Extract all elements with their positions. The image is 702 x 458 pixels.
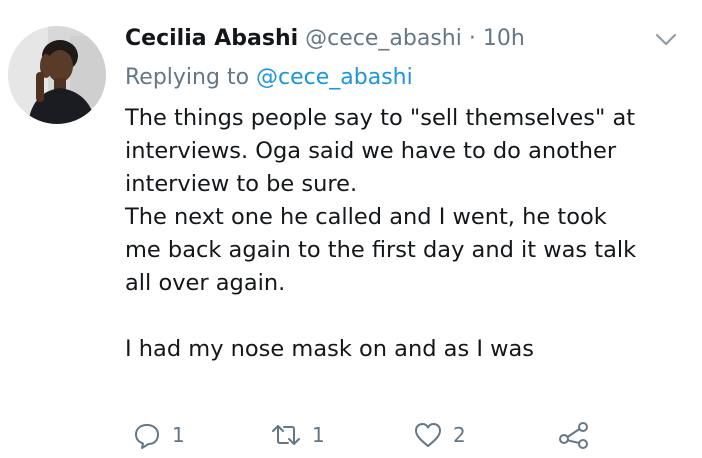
heart-icon bbox=[415, 423, 441, 447]
retweet-count: 1 bbox=[312, 423, 325, 447]
reply-icon bbox=[135, 424, 159, 449]
tweet-body-line: The next one he called and I went, he to… bbox=[125, 204, 607, 230]
avatar[interactable] bbox=[8, 26, 106, 124]
replying-to-handle-link[interactable]: @cece_abashi bbox=[256, 65, 413, 90]
reply-button[interactable]: 1 bbox=[132, 418, 185, 452]
author-display-name[interactable]: Cecilia Abashi bbox=[125, 26, 298, 51]
tweet-body-line: interview to be sure. bbox=[125, 171, 358, 197]
tweet-menu-button[interactable] bbox=[653, 28, 679, 50]
avatar-image bbox=[8, 26, 106, 124]
tweet-body-line: me back again to the first day and it wa… bbox=[125, 237, 637, 263]
author-handle[interactable]: @cece_abashi bbox=[305, 26, 462, 51]
share-button[interactable] bbox=[558, 418, 590, 452]
tweet-timestamp[interactable]: 10h bbox=[483, 26, 525, 51]
tweet-body-line: I had my nose mask on and as I was bbox=[125, 336, 535, 362]
tweet-body-blank-line bbox=[125, 300, 695, 333]
tweet-body-line: all over again. bbox=[125, 270, 286, 296]
like-count: 2 bbox=[453, 423, 466, 447]
tweet-body: The things people say to "sell themselve… bbox=[125, 102, 695, 366]
chevron-down-icon bbox=[656, 34, 676, 45]
tweet-body-line: interviews. Oga said we have to do anoth… bbox=[125, 138, 617, 164]
replying-to-line: Replying to @cece_abashi bbox=[125, 61, 413, 95]
tweet-body-line: The things people say to "sell themselve… bbox=[125, 105, 636, 131]
like-button[interactable]: 2 bbox=[413, 418, 466, 452]
share-icon bbox=[559, 422, 588, 449]
reply-count: 1 bbox=[172, 423, 185, 447]
tweet-actions: 1 1 2 bbox=[128, 418, 628, 452]
tweet-header: Cecilia Abashi @cece_abashi · 10h bbox=[125, 22, 525, 56]
retweet-button[interactable]: 1 bbox=[270, 418, 325, 452]
tweet-card: Cecilia Abashi @cece_abashi · 10h Replyi… bbox=[0, 0, 702, 458]
replying-to-label: Replying to bbox=[125, 65, 250, 90]
header-separator: · bbox=[468, 26, 476, 51]
retweet-icon bbox=[272, 425, 300, 445]
